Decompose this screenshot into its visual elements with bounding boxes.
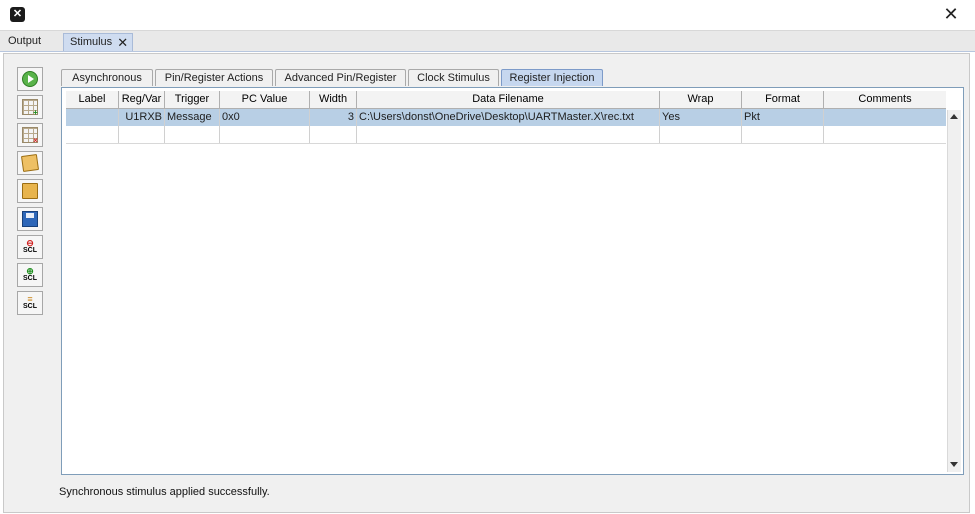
- column-header-comments[interactable]: Comments: [824, 91, 946, 108]
- cell-format[interactable]: Pkt: [742, 109, 824, 126]
- cell-empty[interactable]: [66, 126, 119, 143]
- scroll-down-icon[interactable]: [950, 462, 958, 467]
- app-logo-icon: ✕: [10, 7, 25, 22]
- cell-data-filename[interactable]: C:\Users\donst\OneDrive\Desktop\UARTMast…: [357, 109, 660, 126]
- add-row-icon: +: [22, 99, 38, 117]
- open-folder-icon: [22, 183, 38, 199]
- tab-pin-register-actions[interactable]: Pin/Register Actions: [155, 69, 273, 86]
- delete-row-button[interactable]: ×: [17, 123, 43, 147]
- cell-empty[interactable]: [660, 126, 742, 143]
- window-tab-strip: Output Stimulus ✕: [0, 31, 975, 52]
- cell-label[interactable]: [66, 109, 119, 126]
- cell-width[interactable]: 3: [310, 109, 357, 126]
- tab-register-injection[interactable]: Register Injection: [501, 69, 603, 86]
- delete-row-icon: ×: [22, 127, 38, 145]
- tab-stimulus[interactable]: Stimulus ✕: [63, 33, 134, 51]
- cell-empty[interactable]: [119, 126, 165, 143]
- tab-asynchronous[interactable]: Asynchronous: [61, 69, 153, 86]
- open-file-button[interactable]: [17, 179, 43, 203]
- scl-remove-icon: ⊖ SCL: [23, 238, 37, 255]
- cell-empty[interactable]: [357, 126, 660, 143]
- edit-button[interactable]: [17, 151, 43, 175]
- cell-wrap[interactable]: Yes: [660, 109, 742, 126]
- scl-add-icon: ⊕ SCL: [23, 266, 37, 283]
- scl-settings-button[interactable]: ≡ SCL: [17, 291, 43, 315]
- scroll-up-icon[interactable]: [950, 114, 958, 119]
- table-header: Label Reg/Var Trigger PC Value Width Dat…: [66, 91, 946, 109]
- cell-empty[interactable]: [165, 126, 220, 143]
- stimulus-panel: + × ⊖ SCL ⊕ SCL ≡ SCL Asynchronous Pin/Regi…: [3, 53, 970, 513]
- save-icon: [22, 211, 38, 227]
- title-bar: ✕ ✕: [0, 0, 975, 31]
- tab-output[interactable]: Output: [2, 33, 47, 50]
- apply-stimulus-icon: [22, 71, 38, 87]
- cell-empty[interactable]: [310, 126, 357, 143]
- column-header-data-filename[interactable]: Data Filename: [357, 91, 660, 108]
- edit-icon: [20, 153, 40, 173]
- add-row-button[interactable]: +: [17, 95, 43, 119]
- scl-settings-icon: ≡ SCL: [23, 294, 37, 311]
- cell-regvar[interactable]: U1RXB: [119, 109, 165, 126]
- cell-empty[interactable]: [742, 126, 824, 143]
- cell-pc-value[interactable]: 0x0: [220, 109, 310, 126]
- column-header-regvar[interactable]: Reg/Var: [119, 91, 165, 108]
- scl-remove-button[interactable]: ⊖ SCL: [17, 235, 43, 259]
- table-row-empty[interactable]: [66, 126, 946, 144]
- tab-close-icon[interactable]: ✕: [117, 34, 128, 51]
- column-header-label[interactable]: Label: [66, 91, 119, 108]
- column-header-format[interactable]: Format: [742, 91, 824, 108]
- table-vertical-scrollbar[interactable]: [947, 110, 961, 472]
- cell-comments[interactable]: [824, 109, 946, 126]
- cell-empty[interactable]: [824, 126, 946, 143]
- column-header-trigger[interactable]: Trigger: [165, 91, 220, 108]
- tab-clock-stimulus[interactable]: Clock Stimulus: [408, 69, 499, 86]
- column-header-wrap[interactable]: Wrap: [660, 91, 742, 108]
- save-button[interactable]: [17, 207, 43, 231]
- cell-trigger[interactable]: Message: [165, 109, 220, 126]
- register-injection-table: Label Reg/Var Trigger PC Value Width Dat…: [61, 87, 964, 475]
- table-row[interactable]: U1RXB Message 0x0 3 C:\Users\donst\OneDr…: [66, 109, 946, 126]
- status-message: Synchronous stimulus applied successfull…: [59, 486, 270, 498]
- scl-add-button[interactable]: ⊕ SCL: [17, 263, 43, 287]
- column-header-pc-value[interactable]: PC Value: [220, 91, 310, 108]
- cell-empty[interactable]: [220, 126, 310, 143]
- tab-advanced-pin-register[interactable]: Advanced Pin/Register: [275, 69, 406, 86]
- apply-stimulus-button[interactable]: [17, 67, 43, 91]
- tab-stimulus-label: Stimulus: [70, 36, 113, 48]
- close-window-icon[interactable]: ✕: [943, 5, 959, 23]
- column-header-width[interactable]: Width: [310, 91, 357, 108]
